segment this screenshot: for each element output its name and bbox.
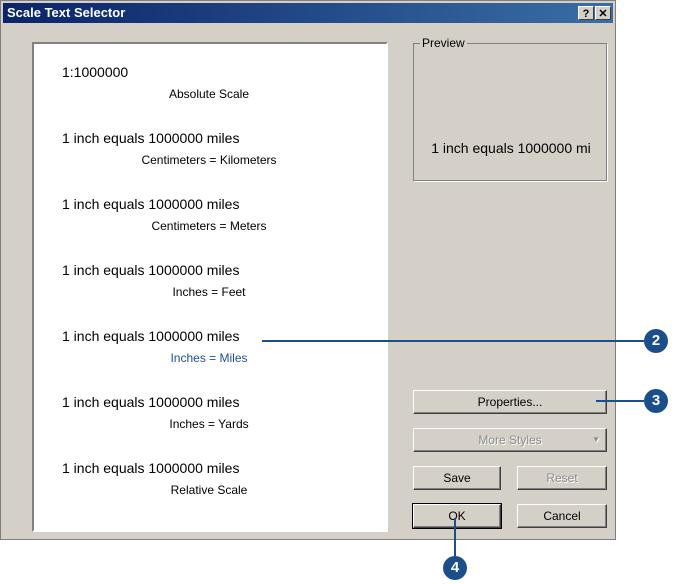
- item-main-text: 1 inch equals 1000000 miles: [62, 196, 240, 212]
- callout-3-marker: 3: [644, 389, 668, 413]
- list-item[interactable]: 1 inch equals 1000000 miles Inches = Yar…: [34, 394, 386, 454]
- list-item[interactable]: 1:1000000 Absolute Scale: [34, 64, 386, 124]
- save-button[interactable]: Save: [413, 466, 501, 490]
- reset-button-label: Reset: [546, 471, 578, 485]
- list-item[interactable]: 1 inch equals 1000000 miles Inches = Fee…: [34, 262, 386, 322]
- list-item[interactable]: 1 inch equals 1000000 miles Relative Sca…: [34, 460, 386, 520]
- title-bar: Scale Text Selector ? ✕: [3, 3, 613, 23]
- scale-text-list[interactable]: 1:1000000 Absolute Scale 1 inch equals 1…: [32, 42, 388, 532]
- item-sub-text: Inches = Feet: [172, 285, 246, 299]
- reset-button[interactable]: Reset: [517, 466, 607, 490]
- list-item-selected[interactable]: 1 inch equals 1000000 miles Inches = Mil…: [34, 328, 386, 388]
- item-sub-text: Centimeters = Meters: [151, 219, 267, 233]
- save-button-label: Save: [443, 471, 471, 485]
- ok-button-label: OK: [448, 509, 466, 523]
- chevron-down-icon: ▼: [592, 435, 600, 444]
- item-main-text: 1 inch equals 1000000 miles: [62, 262, 240, 278]
- help-button[interactable]: ?: [578, 6, 594, 20]
- preview-label: Preview: [420, 36, 467, 50]
- cancel-button[interactable]: Cancel: [517, 504, 607, 528]
- item-main-text: 1 inch equals 1000000 miles: [62, 394, 240, 410]
- properties-button-label: Properties...: [477, 395, 543, 409]
- scale-text-selector-dialog: Scale Text Selector ? ✕ 1:1000000 Absolu…: [0, 0, 616, 540]
- preview-text: 1 inch equals 1000000 mi: [431, 140, 591, 156]
- item-sub-text: Relative Scale: [170, 483, 248, 497]
- item-main-text: 1 inch equals 1000000 miles: [62, 328, 240, 344]
- callout-2-marker: 2: [644, 329, 668, 353]
- item-sub-text: Inches = Miles: [170, 351, 248, 365]
- properties-button[interactable]: Properties...: [413, 390, 607, 414]
- more-styles-dropdown[interactable]: More Styles ▼: [413, 428, 607, 452]
- item-sub-text: Centimeters = Kilometers: [141, 153, 277, 167]
- item-main-text: 1 inch equals 1000000 miles: [62, 460, 240, 476]
- more-styles-label: More Styles: [478, 433, 542, 447]
- callout-4-marker: 4: [443, 556, 467, 580]
- window-title: Scale Text Selector: [7, 5, 126, 20]
- item-main-text: 1:1000000: [62, 64, 129, 80]
- ok-button[interactable]: OK: [412, 503, 502, 529]
- item-main-text: 1 inch equals 1000000 miles: [62, 130, 240, 146]
- item-sub-text: Absolute Scale: [168, 87, 250, 101]
- callout-3-line: [596, 400, 644, 402]
- close-button[interactable]: ✕: [595, 6, 611, 20]
- list-item[interactable]: 1 inch equals 1000000 miles Centimeters …: [34, 130, 386, 190]
- preview-group: Preview 1 inch equals 1000000 mi: [413, 36, 607, 181]
- list-item[interactable]: 1 inch equals 1000000 miles Centimeters …: [34, 196, 386, 256]
- item-sub-text: Inches = Yards: [169, 417, 249, 431]
- callout-2-line: [262, 340, 644, 342]
- cancel-button-label: Cancel: [543, 509, 581, 523]
